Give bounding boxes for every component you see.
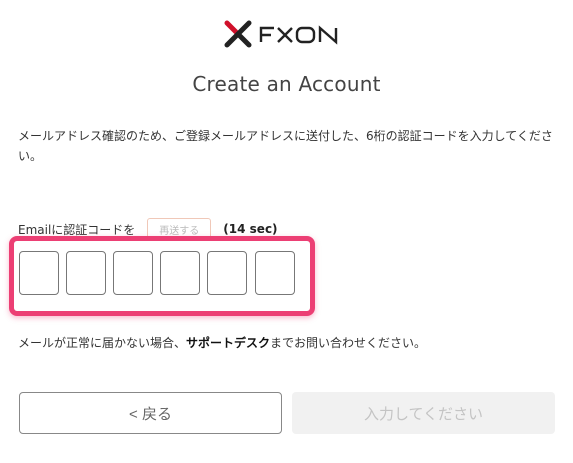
code-digit-1[interactable] — [19, 251, 59, 295]
help-prefix: メールが正常に届かない場合、 — [18, 336, 187, 350]
fxon-logo — [224, 20, 350, 48]
resend-timer: (14 sec) — [223, 222, 278, 236]
help-suffix: までお問い合わせください。 — [270, 336, 427, 350]
code-digit-5[interactable] — [207, 251, 247, 295]
code-digit-4[interactable] — [160, 251, 200, 295]
instructions-text: メールアドレス確認のため、ご登録メールアドレスに送付した、6桁の認証コードを入力… — [18, 129, 553, 163]
code-digit-3[interactable] — [113, 251, 153, 295]
page-title: Create an Account — [192, 72, 381, 96]
code-digit-6[interactable] — [255, 251, 295, 295]
fxon-logo-icon — [224, 20, 338, 48]
help-text: メールが正常に届かない場合、サポートデスクまでお問い合わせください。 — [18, 334, 426, 351]
code-digit-2[interactable] — [66, 251, 106, 295]
back-button[interactable]: < 戻る — [19, 392, 282, 434]
code-label: Emailに認証コードを — [18, 222, 136, 237]
submit-button[interactable]: 入力してください — [292, 392, 555, 434]
support-desk-link[interactable]: サポートデスク — [186, 336, 270, 350]
